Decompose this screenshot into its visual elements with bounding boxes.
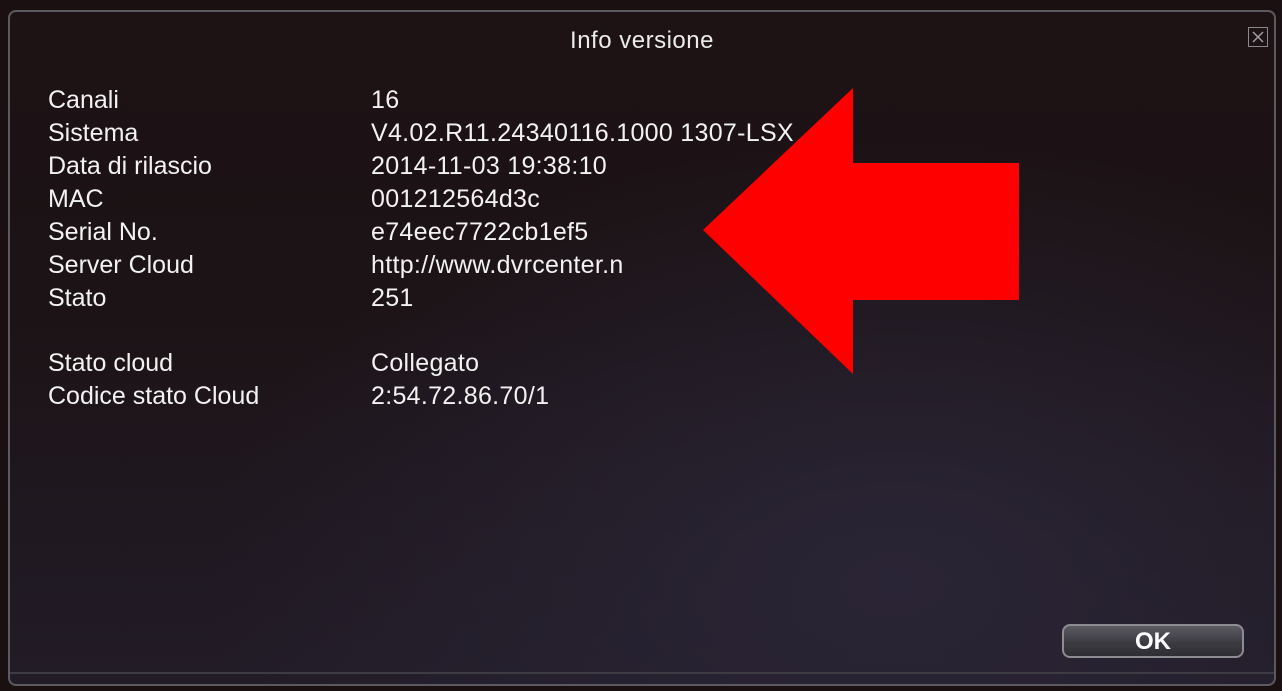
info-label: Canali (48, 86, 119, 114)
info-table: Canali 16 Sistema V4.02.R11.24340116.100… (48, 84, 794, 413)
close-button[interactable] (1248, 27, 1268, 47)
info-row-sistema: Sistema V4.02.R11.24340116.1000 1307-LSX (48, 117, 794, 150)
dialog-title: Info versione (570, 27, 714, 54)
info-row-canali: Canali 16 (48, 84, 794, 117)
dialog-bottom-divider (10, 672, 1274, 674)
info-row-codice-stato-cloud: Codice stato Cloud 2:54.72.86.70/1 (48, 380, 794, 413)
dvr-screen: Info versione Canali 16 Sistema V4.02.R1… (0, 0, 1282, 691)
info-label: Data di rilascio (48, 152, 212, 180)
info-value: 16 (371, 86, 400, 114)
info-value: Collegato (371, 349, 480, 377)
info-label: Stato (48, 284, 107, 312)
info-label: Stato cloud (48, 349, 174, 377)
info-label: Server Cloud (48, 251, 194, 279)
info-row-server-cloud: Server Cloud http://www.dvrcenter.n (48, 249, 794, 282)
ok-button[interactable]: OK (1062, 624, 1244, 658)
info-label: Serial No. (48, 218, 158, 246)
info-row-stato: Stato 251 (48, 282, 794, 315)
info-value: e74eec7722cb1ef5 (371, 218, 589, 246)
info-value: 001212564d3c (371, 185, 541, 213)
dialog-titlebar: Info versione (10, 12, 1274, 64)
info-value: 2014-11-03 19:38:10 (371, 152, 607, 180)
version-info-dialog: Info versione Canali 16 Sistema V4.02.R1… (8, 10, 1276, 686)
info-value: V4.02.R11.24340116.1000 1307-LSX (371, 119, 794, 147)
info-row-serial: Serial No. e74eec7722cb1ef5 (48, 216, 794, 249)
info-value: 2:54.72.86.70/1 (371, 382, 550, 410)
info-label: MAC (48, 185, 104, 213)
info-row-mac: MAC 001212564d3c (48, 183, 794, 216)
info-row-stato-cloud: Stato cloud Collegato (48, 347, 794, 380)
info-label: Sistema (48, 119, 139, 147)
info-value: 251 (371, 284, 414, 312)
info-row-data-rilascio: Data di rilascio 2014-11-03 19:38:10 (48, 150, 794, 183)
info-label: Codice stato Cloud (48, 382, 260, 410)
close-icon (1252, 31, 1264, 43)
info-value: http://www.dvrcenter.n (371, 251, 624, 279)
